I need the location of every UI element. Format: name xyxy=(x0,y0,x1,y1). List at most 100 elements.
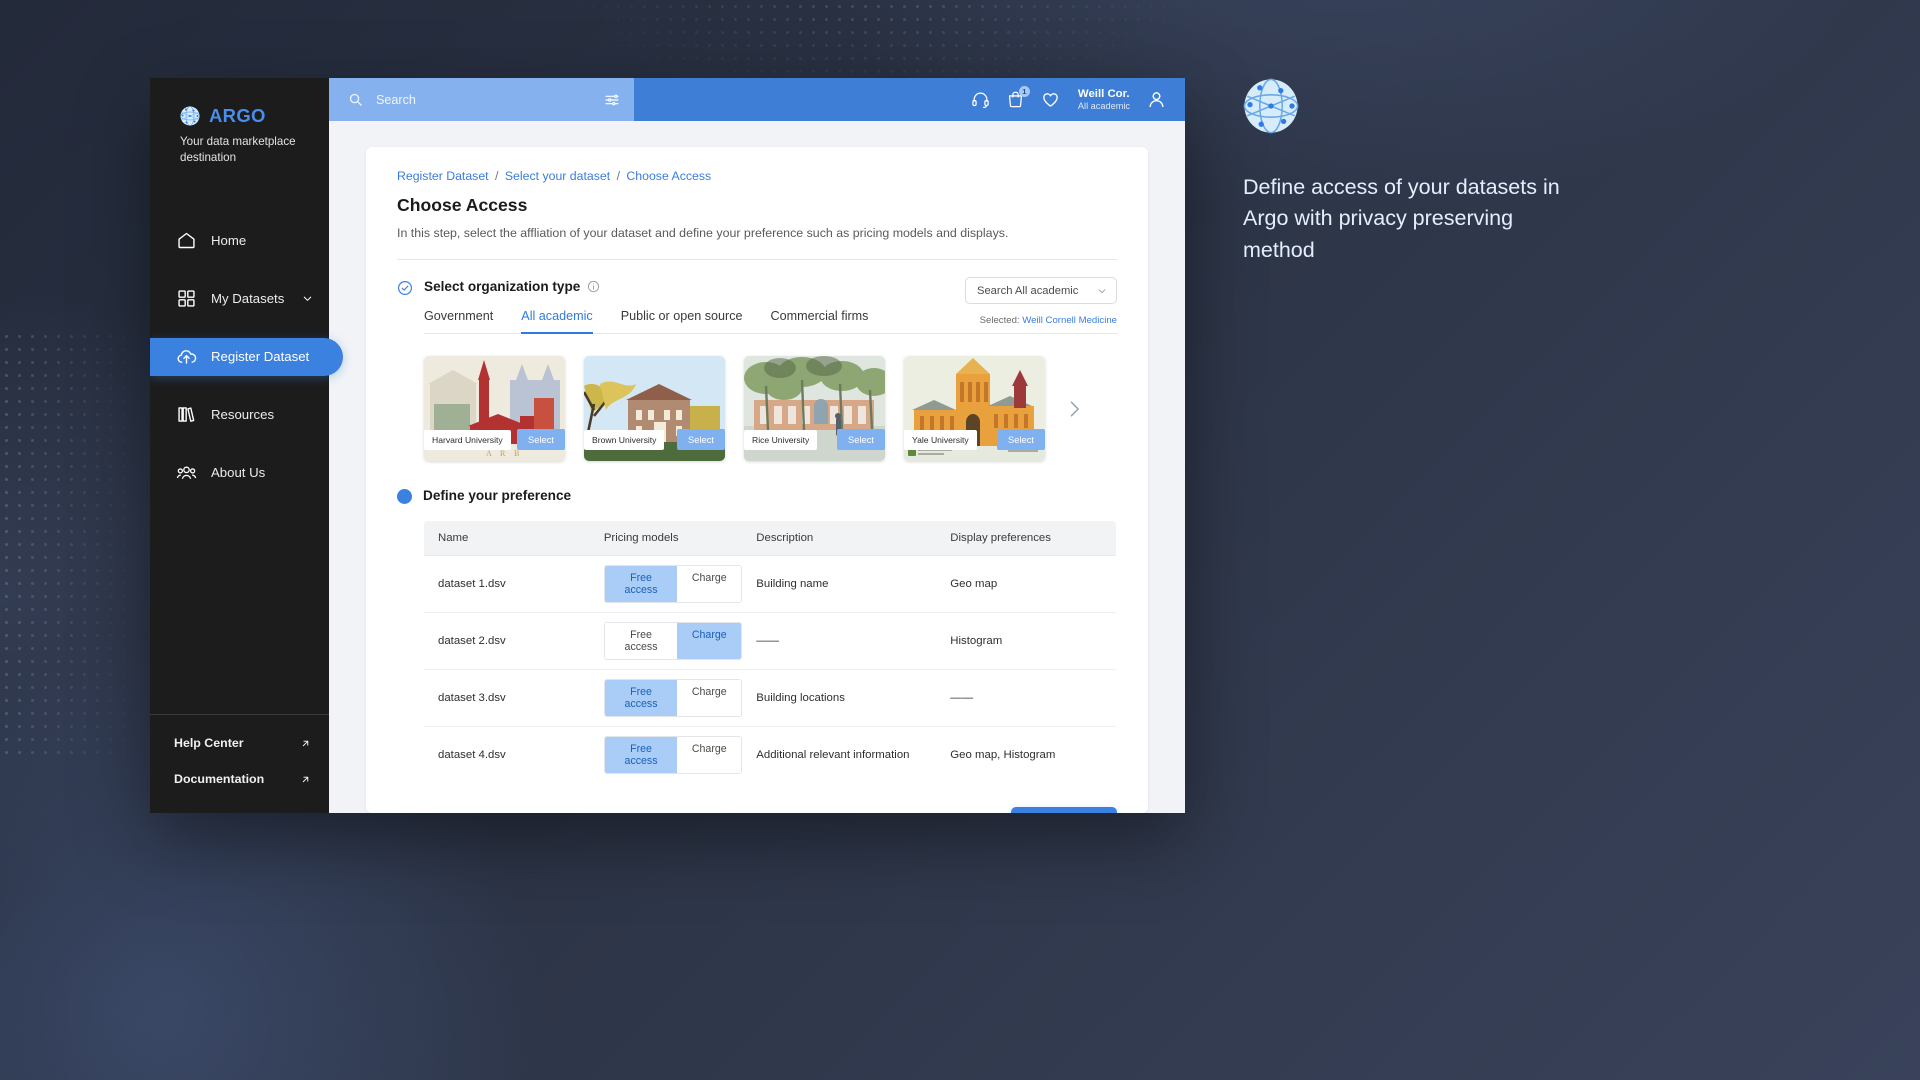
search-icon xyxy=(349,93,362,106)
sliders-icon[interactable] xyxy=(604,92,620,108)
dataset-name: dataset 1.dsv xyxy=(424,555,590,613)
search-bar[interactable] xyxy=(329,78,634,121)
topbar: 1 Weill Cor. All academic xyxy=(329,78,1185,121)
sidebar-item-label: Resources xyxy=(211,407,275,423)
selected-organization: Selected: Weill Cornell Medicine xyxy=(965,315,1117,326)
step-select-organization-type: Select organization type Government All … xyxy=(397,277,1117,461)
user-info[interactable]: Weill Cor. All academic xyxy=(1078,88,1130,111)
table-head: Name Pricing models Description Display … xyxy=(424,521,1116,556)
breadcrumb-register-dataset[interactable]: Register Dataset xyxy=(397,169,489,183)
globe-network-icon xyxy=(180,106,200,126)
pricing-option-charge[interactable]: Charge xyxy=(677,566,742,602)
info-icon[interactable] xyxy=(587,280,600,293)
pricing-option-free-access[interactable]: Free access xyxy=(604,623,678,659)
sidebar-item-about-us[interactable]: About Us xyxy=(150,454,329,492)
pricing-option-charge[interactable]: Charge xyxy=(677,680,742,716)
sidebar-item-resources[interactable]: Resources xyxy=(150,396,329,434)
choose-access-card: Register Dataset / Select your dataset /… xyxy=(366,147,1148,813)
user-role: All academic xyxy=(1077,100,1130,111)
pricing-option-charge[interactable]: Charge xyxy=(677,737,742,773)
organization-card-brown[interactable]: Brown University Select xyxy=(584,356,725,461)
sidebar-item-label: Home xyxy=(211,233,247,249)
heart-icon[interactable] xyxy=(1041,90,1060,109)
organization-card-name: Rice University xyxy=(744,430,818,450)
svg-text:B: B xyxy=(514,449,519,458)
tab-public-or-open-source[interactable]: Public or open source xyxy=(621,309,743,334)
organization-search-area: Search All academic Selected: Weill Corn… xyxy=(965,277,1117,326)
pricing-toggle: Free access Charge xyxy=(603,622,743,660)
pricing-option-free-access[interactable]: Free access xyxy=(604,737,678,773)
breadcrumb-select-your-dataset[interactable]: Select your dataset xyxy=(505,169,610,183)
organization-search-select[interactable]: Search All academic xyxy=(965,277,1117,304)
breadcrumb-choose-access[interactable]: Choose Access xyxy=(626,169,711,183)
organization-card-harvard[interactable]: ARB Harvard University Select xyxy=(424,356,565,461)
pricing-option-free-access[interactable]: Free access xyxy=(604,566,678,602)
tab-commercial-firms[interactable]: Commercial firms xyxy=(771,309,869,334)
help-center-label: Help Center xyxy=(174,736,244,750)
description-cell: Building name xyxy=(742,555,937,613)
headset-icon[interactable] xyxy=(971,90,990,109)
sidebar-item-home[interactable]: Home xyxy=(150,222,329,260)
pricing-cell: Free access Charge xyxy=(589,669,743,727)
step2-title: Define your preference xyxy=(423,488,572,503)
chevron-down-icon[interactable] xyxy=(302,293,313,304)
chevron-down-icon xyxy=(1098,288,1106,293)
breadcrumb-separator: / xyxy=(616,169,620,183)
people-icon xyxy=(176,466,197,480)
help-center-link[interactable]: Help Center xyxy=(150,725,329,761)
organization-select-button[interactable]: Select xyxy=(676,429,725,450)
cart-badge: 1 xyxy=(1018,86,1030,97)
table-body: dataset 1.dsv Free access Charge Buildin… xyxy=(424,555,1116,784)
tab-all-academic[interactable]: All academic xyxy=(521,309,593,334)
pricing-toggle: Free access Charge xyxy=(603,679,743,717)
user-avatar-icon[interactable] xyxy=(1146,89,1167,110)
sidebar-nav: Home My Datasets Register Dataset Resour… xyxy=(150,222,343,512)
organization-card-rice[interactable]: Rice University Select xyxy=(744,356,885,461)
documentation-link[interactable]: Documentation xyxy=(150,761,329,797)
check-circle-icon xyxy=(397,280,413,296)
pricing-option-free-access[interactable]: Free access xyxy=(604,680,678,716)
display-preferences-cell: —— xyxy=(936,669,1116,727)
table-row: dataset 1.dsv Free access Charge Buildin… xyxy=(424,555,1116,613)
organization-card-yale[interactable]: Yale University Select xyxy=(904,356,1045,461)
sidebar-footer: Help Center Documentation xyxy=(150,714,329,813)
content-area: Register Dataset / Select your dataset /… xyxy=(329,121,1185,813)
sidebar-item-label: My Datasets xyxy=(211,291,285,307)
organization-select-button[interactable]: Select xyxy=(996,429,1045,450)
display-preferences-cell: Geo map xyxy=(936,555,1116,613)
sidebar-item-my-datasets[interactable]: My Datasets xyxy=(150,280,329,318)
selected-organization-value[interactable]: Weill Cornell Medicine xyxy=(1022,315,1117,326)
sidebar-item-register-dataset[interactable]: Register Dataset xyxy=(150,337,343,376)
main-area: 1 Weill Cor. All academic Regis xyxy=(329,78,1185,813)
organization-carousel: ARB Harvard University Select Brown Univ… xyxy=(424,356,1117,461)
organization-card-name: Brown University xyxy=(584,430,665,450)
home-icon xyxy=(178,233,195,249)
divider xyxy=(397,259,1117,260)
breadcrumb: Register Dataset / Select your dataset /… xyxy=(397,169,1117,183)
shopping-bag-button[interactable]: 1 xyxy=(1006,86,1030,109)
books-icon xyxy=(178,407,195,423)
organization-select-button[interactable]: Select xyxy=(516,429,565,450)
pricing-option-charge[interactable]: Charge xyxy=(677,623,742,659)
search-input[interactable] xyxy=(376,92,591,107)
sidebar: ARGO Your data marketplace destination H… xyxy=(150,78,343,813)
chevron-right-icon[interactable] xyxy=(1064,399,1084,419)
step-define-your-preference: Define your preference Name Pricing mode… xyxy=(397,488,1117,813)
external-link-icon xyxy=(302,776,309,782)
pricing-cell: Free access Charge xyxy=(589,555,743,613)
user-name: Weill Cor. xyxy=(1077,87,1130,100)
grid-icon xyxy=(178,290,195,308)
table-row: dataset 2.dsv Free access Charge —— Hist xyxy=(424,612,1116,670)
globe-network-icon xyxy=(1243,78,1299,134)
review-button[interactable]: Review xyxy=(1011,807,1117,813)
tab-government[interactable]: Government xyxy=(424,309,493,334)
table-row: dataset 3.dsv Free access Charge Buildin… xyxy=(424,669,1116,727)
organization-select-button[interactable]: Select xyxy=(836,429,885,450)
sidebar-item-label: About Us xyxy=(211,465,266,481)
step1-title: Select organization type xyxy=(424,279,581,294)
organization-card-name: Harvard University xyxy=(424,430,511,450)
active-dot-icon xyxy=(397,489,412,504)
topbar-actions: 1 Weill Cor. All academic xyxy=(971,78,1185,121)
column-header-pricing-models: Pricing models xyxy=(589,521,743,556)
